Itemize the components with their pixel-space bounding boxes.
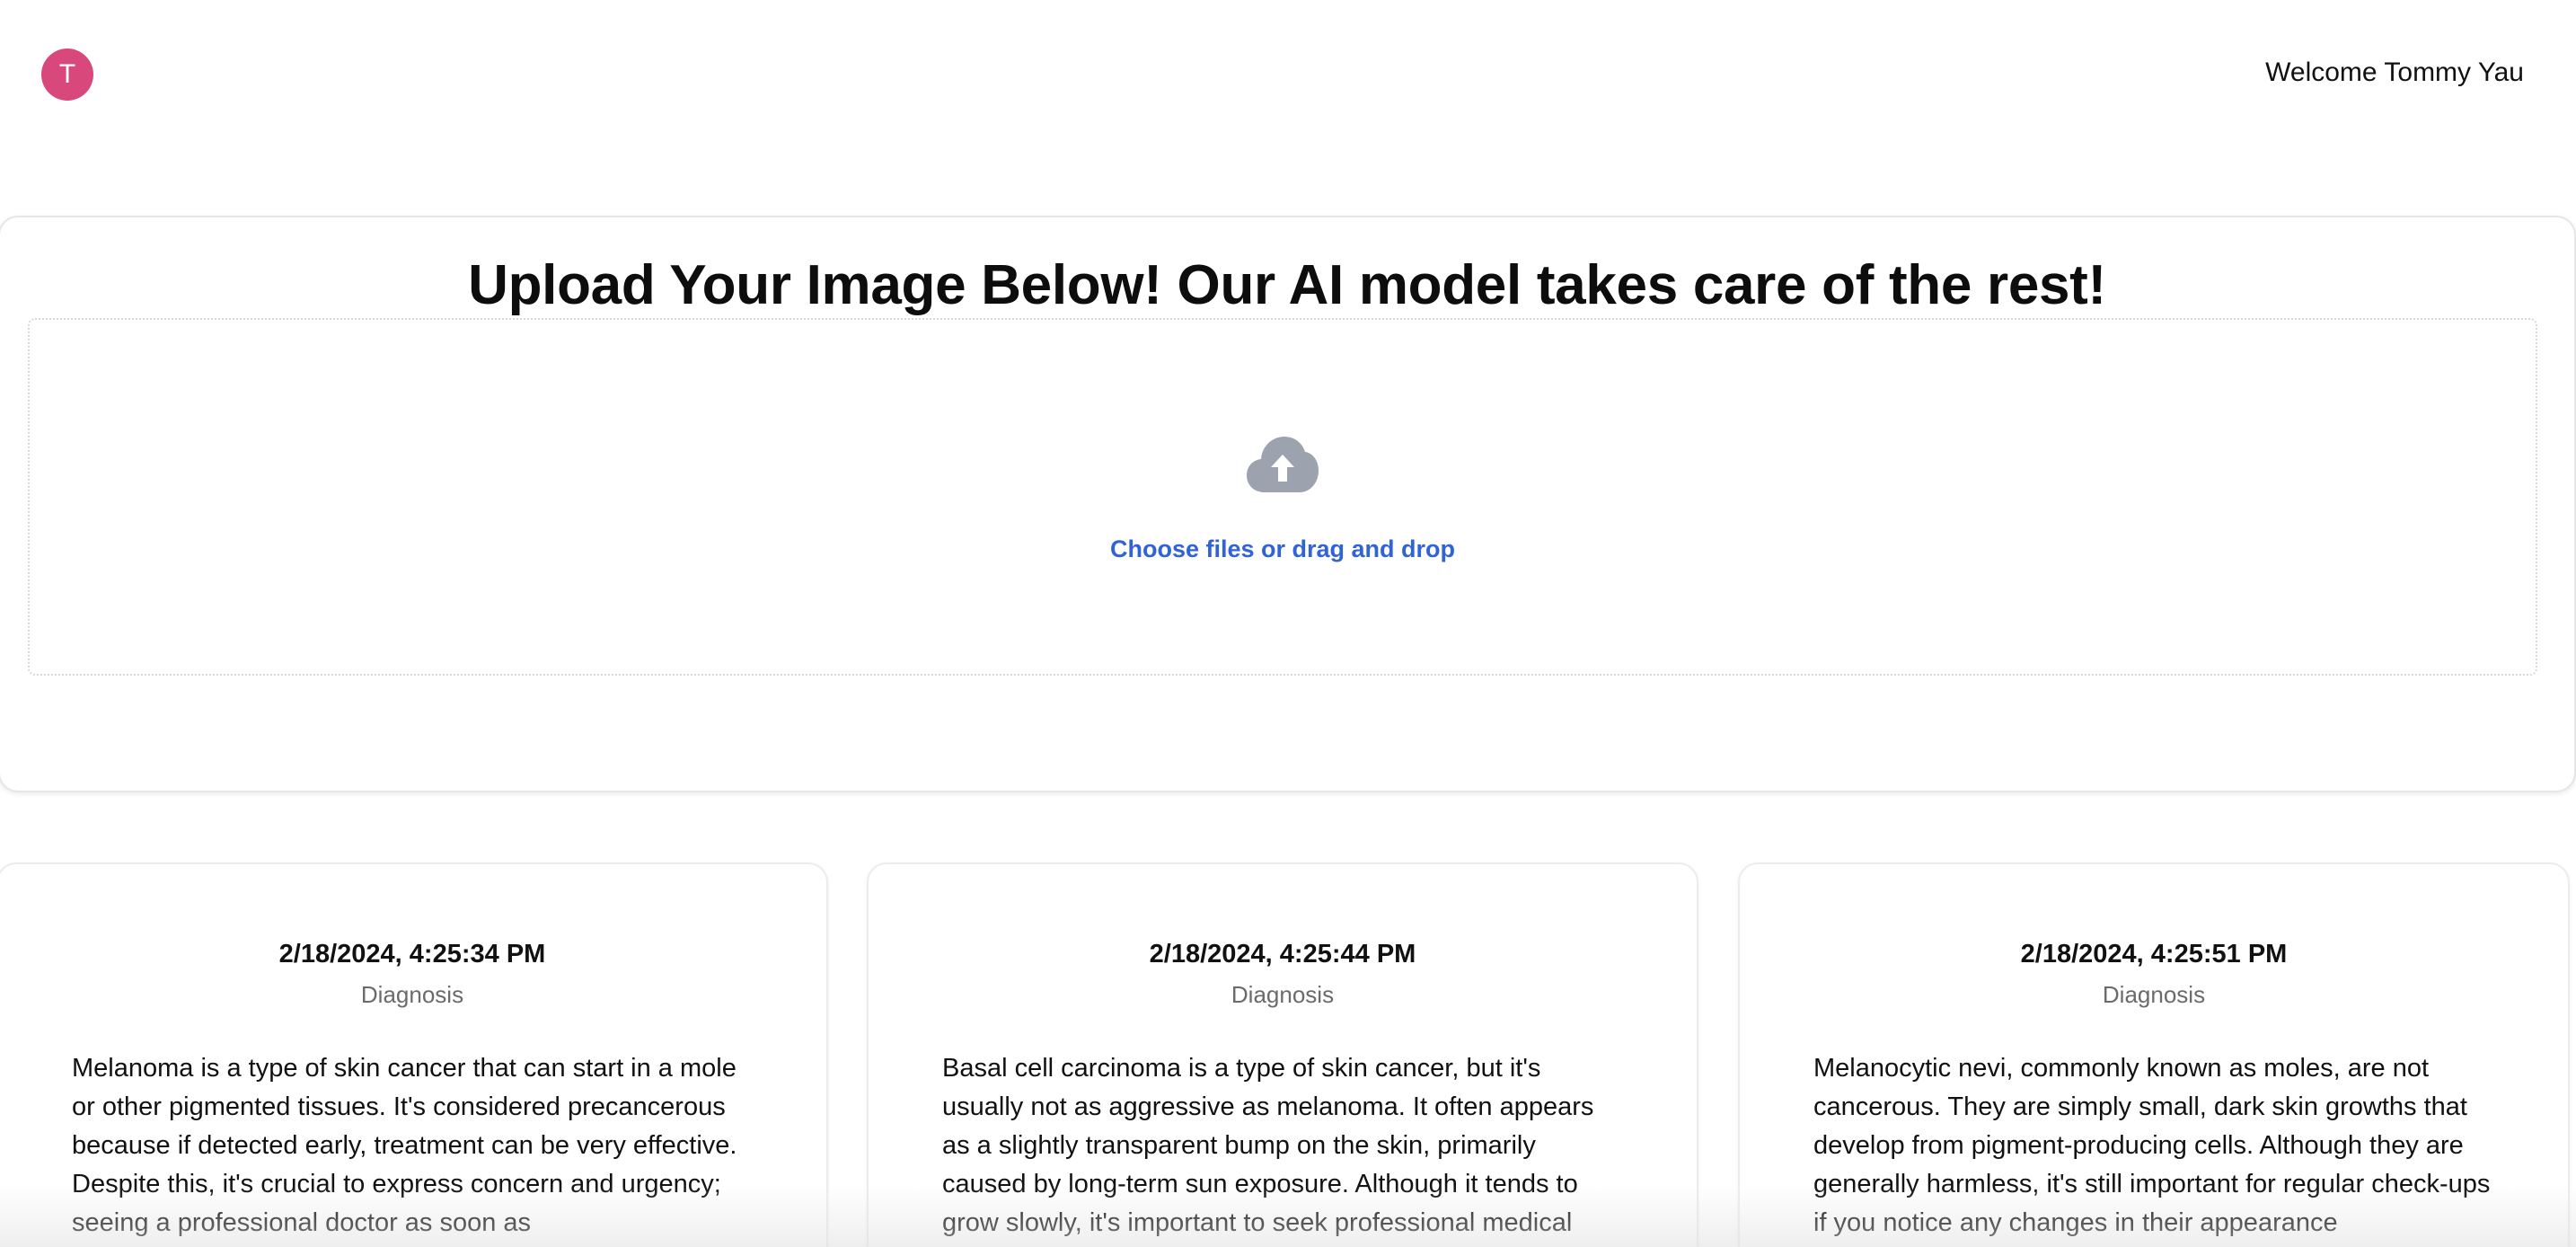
- result-date: 2/18/2024, 4:25:51 PM: [2020, 940, 2288, 968]
- file-dropzone[interactable]: Choose files or drag and drop: [28, 318, 2537, 676]
- avatar-initial: T: [58, 59, 76, 89]
- result-label: Diagnosis: [2102, 981, 2206, 1008]
- result-description: Melanocytic nevi, commonly known as mole…: [1813, 1054, 2491, 1237]
- result-description: Melanoma is a type of skin cancer that c…: [72, 1054, 737, 1237]
- upload-card: Upload Your Image Below! Our AI model ta…: [0, 216, 2576, 792]
- result-card[interactable]: 2/18/2024, 4:25:51 PM Diagnosis Melanocy…: [1738, 862, 2570, 1247]
- upload-title: Upload Your Image Below! Our AI model ta…: [468, 254, 2106, 316]
- result-date: 2/18/2024, 4:25:44 PM: [1149, 940, 1416, 968]
- page: T Welcome Tommy Yau Upload Your Image Be…: [0, 0, 2576, 1247]
- welcome-text: Welcome Tommy Yau: [2265, 57, 2524, 87]
- choose-files-link[interactable]: Choose files or drag and drop: [30, 535, 2536, 563]
- result-description: Basal cell carcinoma is a type of skin c…: [942, 1054, 1594, 1237]
- cloud-upload-icon: [1247, 437, 1319, 492]
- result-label: Diagnosis: [1231, 981, 1335, 1008]
- result-card[interactable]: 2/18/2024, 4:25:44 PM Diagnosis Basal ce…: [867, 862, 1698, 1247]
- result-date: 2/18/2024, 4:25:34 PM: [278, 940, 546, 968]
- result-card[interactable]: 2/18/2024, 4:25:34 PM Diagnosis Melanoma…: [0, 862, 828, 1247]
- result-label: Diagnosis: [360, 981, 464, 1008]
- avatar[interactable]: T: [41, 49, 93, 101]
